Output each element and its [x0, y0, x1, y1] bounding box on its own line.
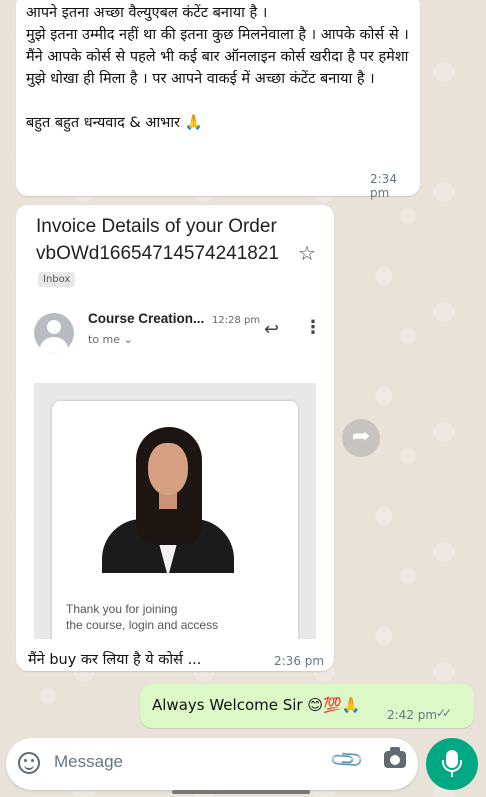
email-card: Thank you for joining the course, login … [52, 401, 298, 639]
incoming-message-1[interactable]: आपने इतना अच्छा वैल्युएबल कंटेंट बनाया ह… [16, 0, 420, 200]
avatar-head [47, 320, 61, 334]
incoming-message-2[interactable]: Invoice Details of your Order vbOWd16654… [16, 205, 334, 671]
home-indicator [172, 790, 310, 794]
reply-icon: ↩ [264, 319, 280, 340]
more-icon: ⋮ [304, 317, 322, 338]
message-text: Always Welcome Sir 😊💯🙏 [152, 696, 361, 714]
email-preview: Thank you for joining the course, login … [34, 383, 316, 639]
mic-icon [442, 750, 462, 772]
star-icon: ☆ [298, 241, 316, 265]
message-time: 2:34 pm [370, 172, 397, 200]
attach-icon[interactable]: 📎 [329, 742, 366, 779]
message-caption: मैंने buy कर लिया है ये कोर्स ... [28, 652, 202, 668]
email-recipient: to me ⌄ [88, 333, 133, 346]
message-input[interactable] [52, 751, 316, 773]
email-sender: Course Creation... [88, 311, 205, 326]
email-time: 12:28 pm [212, 315, 261, 326]
message-time: 2:42 pm [387, 708, 438, 722]
avatar-body [40, 337, 68, 353]
message-time: 2:36 pm [274, 654, 325, 668]
message-composer: 📎 [6, 738, 418, 790]
emoji-icon[interactable] [18, 752, 40, 774]
read-receipt-icon: ✓✓ [436, 706, 452, 720]
woman-photo [92, 421, 244, 573]
forward-icon[interactable]: ➦ [342, 419, 380, 457]
camera-icon[interactable] [384, 747, 406, 768]
message-text: आपने इतना अच्छा वैल्युएबल कंटेंट बनाया ह… [26, 5, 409, 131]
mic-button[interactable] [426, 738, 478, 790]
outgoing-message[interactable]: Always Welcome Sir 😊💯🙏 2:42 pm ✓✓ [140, 684, 474, 728]
invoice-title: Invoice Details of your Order vbOWd16654… [36, 216, 279, 264]
email-body-text: Thank you for joining the course, login … [66, 602, 219, 632]
avatar [34, 313, 74, 353]
inbox-label: Inbox [38, 272, 76, 287]
